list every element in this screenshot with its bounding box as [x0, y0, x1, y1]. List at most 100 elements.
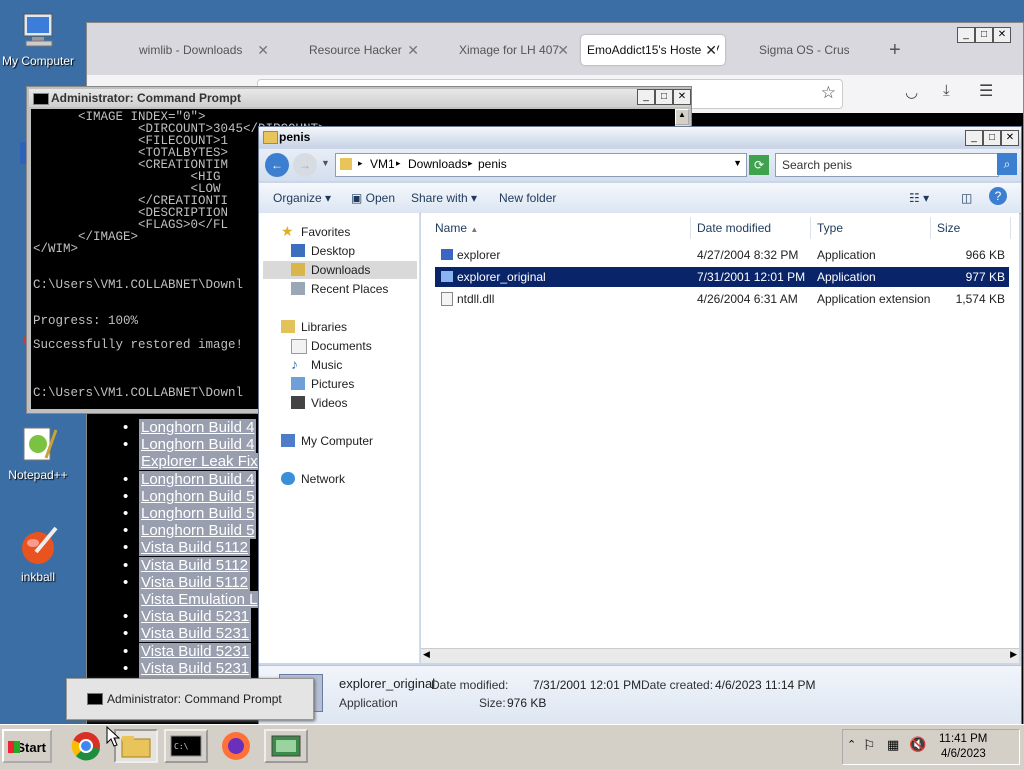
clock-time[interactable]: 11:41 PM: [939, 733, 987, 745]
close-icon[interactable]: ✕: [257, 35, 269, 65]
preview-pane-icon[interactable]: ◫: [961, 191, 972, 205]
list-item[interactable]: • Vista Build 5112: [123, 573, 251, 591]
list-item[interactable]: • Longhorn Build 4: [123, 470, 257, 488]
clock-date[interactable]: 4/6/2023: [941, 748, 986, 760]
list-item[interactable]: Vista Emulation L: [139, 591, 260, 608]
breadcrumb[interactable]: ▸ VM1 ▸ Downloads ▸ penis ▼: [335, 153, 747, 177]
list-item[interactable]: •Vista Build 5231: [123, 659, 252, 677]
close-button[interactable]: ✕: [1001, 130, 1019, 146]
maximize-button[interactable]: □: [975, 27, 993, 43]
network-icon: [281, 472, 295, 485]
cmd-title-bar[interactable]: Administrator: Command Prompt: [29, 89, 689, 107]
new-tab-button[interactable]: +: [889, 39, 901, 62]
explorer-title-bar[interactable]: penis: [259, 127, 1021, 147]
cmd-title: Administrator: Command Prompt: [51, 91, 242, 105]
search-icon[interactable]: ⌕: [997, 153, 1017, 175]
close-icon[interactable]: ✕: [701, 35, 717, 65]
tab-sigma-os[interactable]: Sigma OS - Crusty: [735, 35, 849, 65]
taskbar-firefox[interactable]: [214, 729, 258, 763]
chevron-up-icon[interactable]: ⌃: [847, 738, 856, 751]
breadcrumb-item[interactable]: VM1: [370, 157, 395, 171]
list-item[interactable]: • Longhorn Build 4: [123, 419, 257, 436]
taskbar-app[interactable]: [264, 729, 308, 763]
flag-icon[interactable]: ⚐: [863, 737, 876, 754]
sort-ascending-icon: ▲: [470, 225, 479, 234]
nav-documents[interactable]: Documents: [291, 337, 372, 355]
close-button[interactable]: ✕: [673, 89, 691, 105]
forward-button[interactable]: →: [293, 153, 317, 177]
network-icon[interactable]: ▦: [887, 737, 899, 753]
view-options-icon[interactable]: ☷ ▾: [909, 191, 929, 205]
file-row-selected[interactable]: explorer_original 7/31/2001 12:01 PM App…: [435, 267, 1009, 287]
start-button[interactable]: Start: [2, 729, 52, 763]
back-button[interactable]: ←: [265, 153, 289, 177]
scroll-up-icon[interactable]: ▲: [675, 109, 689, 125]
list-item[interactable]: •Vista Build 5231: [123, 642, 252, 660]
list-item[interactable]: •Vista Build 5231: [123, 608, 252, 626]
menu-icon[interactable]: ☰: [979, 81, 993, 101]
organize-button[interactable]: Organize ▾: [273, 191, 331, 205]
desktop-icon-notepad[interactable]: Notepad++: [0, 424, 80, 482]
taskbar-cmd[interactable]: C:\: [164, 729, 208, 763]
close-icon[interactable]: ✕: [407, 35, 419, 65]
share-with-button[interactable]: Share with ▾: [411, 191, 477, 205]
column-header-date[interactable]: Date modified: [691, 217, 811, 239]
open-button[interactable]: ▣ Open: [351, 191, 395, 205]
minimize-button[interactable]: _: [957, 27, 975, 43]
help-icon[interactable]: ?: [989, 187, 1007, 205]
column-header-type[interactable]: Type: [811, 217, 931, 239]
taskbar-chrome[interactable]: [64, 729, 108, 763]
column-header-size[interactable]: Size: [931, 217, 1011, 239]
minimize-button[interactable]: _: [965, 130, 983, 146]
desktop-icon-label: Notepad++: [8, 468, 68, 482]
list-item[interactable]: • Vista Build 5112: [123, 556, 251, 574]
scroll-left-icon[interactable]: ◀: [423, 649, 430, 660]
chevron-down-icon[interactable]: ▼: [321, 158, 330, 168]
refresh-button[interactable]: ⟳: [749, 155, 769, 175]
nav-pictures[interactable]: Pictures: [291, 375, 354, 393]
close-button[interactable]: ✕: [993, 27, 1011, 43]
tab-resource-hacker[interactable]: Resource Hacker ✕: [287, 35, 427, 65]
volume-muted-icon[interactable]: 🔇: [909, 736, 926, 753]
nav-network[interactable]: Network: [281, 470, 345, 488]
list-item[interactable]: • Vista Build 5112: [123, 539, 251, 557]
chevron-down-icon[interactable]: ▼: [733, 158, 742, 168]
nav-downloads[interactable]: Downloads: [291, 261, 370, 279]
tab-wimlib[interactable]: wimlib - Downloads ✕: [107, 35, 277, 65]
desktop-icon-label: My Computer: [1, 54, 75, 68]
list-item[interactable]: • Longhorn Build 5: [123, 487, 257, 505]
nav-recent-places[interactable]: Recent Places: [291, 280, 388, 298]
tab-ximage[interactable]: Ximage for LH 407 ✕: [437, 35, 577, 65]
search-input[interactable]: Search penis: [775, 153, 999, 177]
breadcrumb-item[interactable]: penis: [478, 157, 507, 171]
nav-desktop[interactable]: Desktop: [291, 242, 355, 260]
taskbar-explorer[interactable]: [114, 729, 158, 763]
nav-libraries[interactable]: Libraries: [281, 318, 347, 336]
new-folder-button[interactable]: New folder: [499, 191, 556, 205]
maximize-button[interactable]: □: [655, 89, 673, 105]
breadcrumb-item[interactable]: Downloads: [408, 157, 467, 171]
file-row[interactable]: ntdll.dll 4/26/2004 6:31 AM Application …: [435, 289, 1009, 309]
file-row[interactable]: explorer 4/27/2004 8:32 PM Application 9…: [435, 245, 1009, 265]
list-item[interactable]: • Longhorn Build 4: [123, 436, 257, 454]
nav-favorites[interactable]: ★ Favorites: [281, 223, 350, 241]
nav-music[interactable]: ♪ Music: [291, 356, 342, 374]
nav-videos[interactable]: Videos: [291, 394, 347, 412]
list-item[interactable]: • Longhorn Build 5: [123, 505, 257, 522]
download-icon[interactable]: ⤓: [943, 82, 950, 99]
maximize-button[interactable]: □: [983, 130, 1001, 146]
bookmark-star-icon[interactable]: ☆: [821, 83, 836, 103]
list-item[interactable]: • Longhorn Build 5: [123, 522, 257, 540]
list-item[interactable]: •Vista Build 5231: [123, 625, 252, 643]
desktop-icon-my-computer[interactable]: My Computer: [0, 10, 80, 68]
minimize-button[interactable]: _: [637, 89, 655, 105]
tab-emoaddict[interactable]: EmoAddict15's Hosted V ✕: [581, 35, 725, 65]
column-header-name[interactable]: Name ▲: [429, 217, 691, 239]
list-item[interactable]: Explorer Leak Fix: [139, 453, 260, 471]
nav-my-computer[interactable]: My Computer: [281, 432, 373, 450]
scroll-right-icon[interactable]: ▶: [1010, 649, 1017, 660]
horizontal-scrollbar[interactable]: ◀ ▶: [421, 648, 1019, 663]
close-icon[interactable]: ✕: [557, 35, 569, 65]
pocket-icon[interactable]: ◡: [905, 83, 918, 101]
desktop-icon-inkball[interactable]: inkball: [0, 526, 80, 584]
